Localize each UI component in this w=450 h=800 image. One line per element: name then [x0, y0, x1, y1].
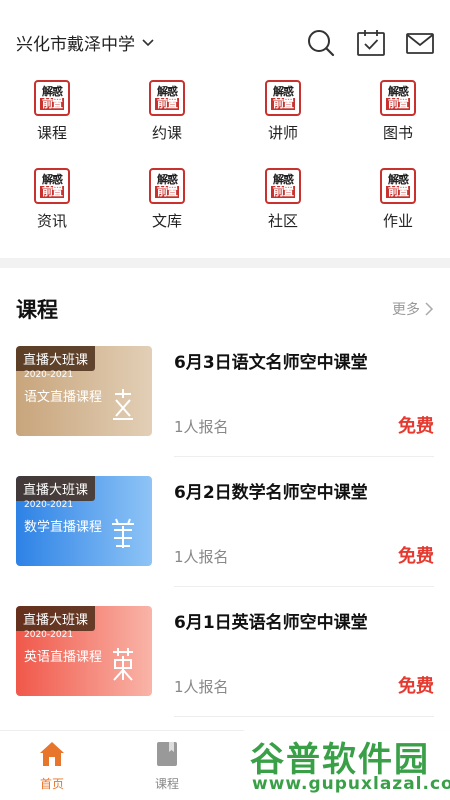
logo-icon: 解惑 前置: [265, 80, 301, 116]
logo-icon: 解惑 前置: [34, 80, 70, 116]
grid-item-teacher[interactable]: 解惑 前置 讲师: [243, 80, 323, 160]
course-enroll-count: 1人报名: [174, 678, 229, 696]
calendar-check-icon[interactable]: [356, 28, 386, 58]
row-divider: [174, 716, 434, 717]
course-thumbnail: 直播大班课 2020-2021 数学直播课程: [16, 476, 152, 566]
mail-icon[interactable]: [405, 28, 435, 58]
course-thumbnail: 直播大班课 2020-2021 语文直播课程: [16, 346, 152, 436]
grid-item-homework[interactable]: 解惑 前置 作业: [358, 168, 438, 248]
school-selector[interactable]: 兴化市戴泽中学: [16, 30, 155, 55]
grid-item-community[interactable]: 解惑 前置 社区: [243, 168, 323, 248]
course-year: 2020-2021: [24, 370, 74, 380]
grid-label: 文库: [151, 212, 182, 230]
logo-icon: 解惑 前置: [149, 168, 185, 204]
watermark: 谷普软件园 www.gupuxlazal.com: [244, 730, 450, 800]
chinese-glyph-icon: [113, 648, 133, 681]
course-card[interactable]: 直播大班课 2020-2021 数学直播课程 6月2日数学名师空中课堂 1人报名…: [0, 476, 450, 606]
course-enroll-count: 1人报名: [174, 548, 229, 566]
grid-item-library[interactable]: 解惑 前置 文库: [127, 168, 207, 248]
course-year: 2020-2021: [24, 500, 74, 510]
course-enroll-count: 1人报名: [174, 418, 229, 436]
logo-icon: 解惑 前置: [149, 80, 185, 116]
row-divider: [174, 586, 434, 587]
course-tag: 直播大班课: [16, 606, 96, 631]
chinese-glyph-icon: [113, 389, 133, 420]
nav-item-home[interactable]: 首页: [17, 739, 87, 792]
chevron-right-icon: [425, 302, 434, 316]
more-link[interactable]: 更多: [392, 299, 434, 319]
book-icon: [157, 742, 177, 766]
search-icon[interactable]: [306, 28, 336, 58]
grid-item-course[interactable]: 解惑 前置 课程: [12, 80, 92, 160]
course-title: 6月3日语文名师空中课堂: [174, 353, 368, 373]
header: 兴化市戴泽中学: [0, 0, 450, 72]
course-price: 免费: [398, 546, 434, 567]
grid-label: 讲师: [267, 124, 298, 142]
grid-item-book-class[interactable]: 解惑 前置 约课: [127, 80, 207, 160]
grid-item-books[interactable]: 解惑 前置 图书: [358, 80, 438, 160]
grid-label: 资讯: [36, 212, 67, 230]
nav-label: 课程: [154, 777, 179, 791]
section-title: 课程: [16, 298, 58, 322]
course-card[interactable]: 直播大班课 2020-2021 英语直播课程 6月1日英语名师空中课堂 1人报名…: [0, 606, 450, 736]
course-tag: 直播大班课: [16, 346, 96, 371]
course-card[interactable]: 直播大班课 2020-2021 语文直播课程 6月3日语文名师空中课堂 1人报名…: [0, 346, 450, 476]
course-title: 6月1日英语名师空中课堂: [174, 613, 368, 633]
grid-label: 图书: [382, 124, 413, 142]
course-subtitle: 数学直播课程: [24, 520, 103, 535]
section-divider: [0, 258, 450, 268]
logo-icon: 解惑 前置: [380, 168, 416, 204]
course-subtitle: 语文直播课程: [24, 390, 103, 405]
logo-icon: 解惑 前置: [265, 168, 301, 204]
grid-label: 课程: [36, 124, 67, 142]
chevron-down-icon: [142, 38, 154, 46]
grid-label: 约课: [151, 124, 182, 142]
row-divider: [174, 456, 434, 457]
chinese-glyph-icon: [112, 518, 134, 548]
nav-item-course[interactable]: 课程: [132, 739, 202, 792]
nav-label: 首页: [39, 777, 64, 791]
course-price: 免费: [398, 676, 434, 697]
grid-label: 社区: [267, 212, 298, 230]
course-title: 6月2日数学名师空中课堂: [174, 483, 368, 503]
course-thumbnail: 直播大班课 2020-2021 英语直播课程: [16, 606, 152, 696]
grid-label: 作业: [382, 212, 413, 230]
course-year: 2020-2021: [24, 630, 74, 640]
watermark-url: www.gupuxlazal.com: [252, 774, 450, 794]
logo-icon: 解惑 前置: [34, 168, 70, 204]
school-name: 兴化市戴泽中学: [16, 35, 135, 55]
more-label: 更多: [392, 302, 420, 318]
logo-icon: 解惑 前置: [380, 80, 416, 116]
course-subtitle: 英语直播课程: [24, 650, 103, 665]
grid-item-news[interactable]: 解惑 前置 资讯: [12, 168, 92, 248]
course-tag: 直播大班课: [16, 476, 96, 501]
home-icon: [40, 742, 64, 766]
course-price: 免费: [398, 416, 434, 437]
